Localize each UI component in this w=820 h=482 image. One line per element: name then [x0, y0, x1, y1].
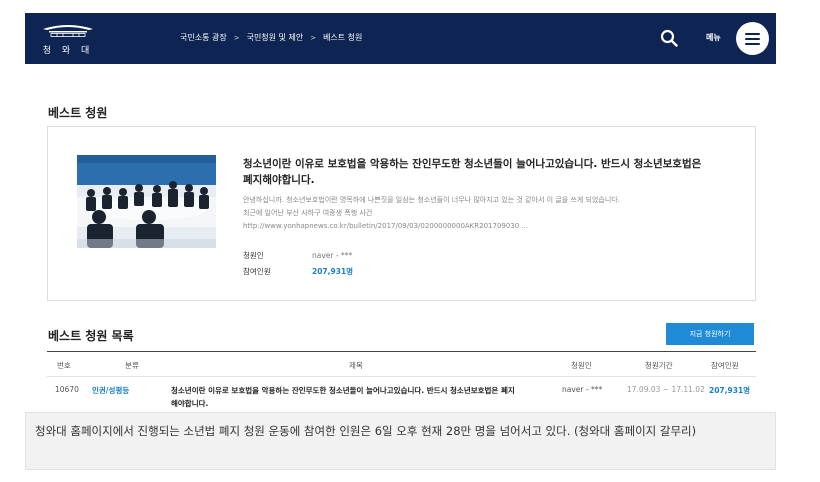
logo-text: 청 와 대	[42, 46, 94, 56]
photo-caption: 청와대 홈페이지에서 진행되는 소년법 폐지 청원 운동에 참여한 인원은 6일…	[25, 412, 776, 470]
row-category[interactable]: 인권/성평등	[92, 385, 129, 396]
row-participants: 207,931명	[709, 386, 751, 395]
row-number: 10670	[55, 385, 79, 394]
column-header-title: 제목	[349, 361, 363, 370]
excerpt-line: http://www.yonhapnews.co.kr/bulletin/201…	[243, 222, 529, 230]
breadcrumb-separator: >	[310, 33, 317, 42]
top-navigation-bar: 청 와 대 국민소통 광장 > 국민청원 및 제안 > 베스트 청원 메뉴	[25, 13, 776, 64]
petition-thumbnail-image[interactable]	[77, 155, 216, 248]
excerpt-line: 안녕하십니까. 청소년보호법이란 명목하에 나쁜짓을 일삼는 청소년들이 너무나…	[243, 196, 620, 204]
best-petition-excerpt: 안녕하십니까. 청소년보호법이란 명목하에 나쁜짓을 일삼는 청소년들이 너무나…	[243, 194, 723, 233]
page-frame: 청 와 대 국민소통 광장 > 국민청원 및 제안 > 베스트 청원 메뉴 베스…	[25, 13, 776, 468]
menu-label[interactable]: 메뉴	[706, 32, 721, 43]
best-petition-heading: 베스트 청원	[48, 106, 108, 120]
table-header: 번호 분류 제목 청원인 청원기간 참여인원	[47, 352, 756, 376]
menu-button[interactable]	[736, 22, 769, 55]
petitioner-value: naver - ***	[312, 251, 353, 260]
row-petitioner: naver - ***	[562, 385, 603, 394]
cheongwadae-logo[interactable]: 청 와 대	[37, 21, 99, 57]
start-petition-button[interactable]: 지금 청원하기	[666, 323, 754, 345]
hamburger-icon	[745, 43, 760, 45]
row-title[interactable]: 청소년이란 이유로 보호법을 악용하는 잔인무도한 청소년들이 늘어나고있습니다…	[171, 384, 521, 410]
search-icon[interactable]	[660, 29, 678, 47]
petitioner-row: 청원인 naver - ***	[243, 248, 353, 264]
hamburger-icon	[745, 38, 760, 40]
petitioner-label: 청원인	[243, 251, 264, 260]
excerpt-line: 최근에 일어난 부산 사하구 여중생 폭행 사건	[243, 209, 373, 217]
participants-value: 207,931명	[312, 267, 354, 276]
table-row[interactable]: 10670 인권/성평등 청소년이란 이유로 보호법을 악용하는 잔인무도한 청…	[47, 377, 756, 417]
participants-label: 참여인원	[243, 267, 271, 276]
best-petition-title[interactable]: 청소년이란 이유로 보호법을 악용하는 잔인무도한 청소년들이 늘어나고있습니다…	[243, 156, 713, 188]
breadcrumb-separator: >	[233, 33, 240, 42]
breadcrumb-item-best[interactable]: 베스트 청원	[323, 32, 362, 43]
column-header-number: 번호	[57, 361, 71, 370]
hamburger-icon	[745, 33, 760, 35]
column-header-participants: 참여인원	[711, 361, 739, 370]
best-petition-list-heading: 베스트 청원 목록	[48, 329, 134, 343]
column-header-petitioner: 청원인	[571, 361, 592, 370]
column-header-period: 청원기간	[645, 361, 673, 370]
breadcrumb-item-petitions[interactable]: 국민청원 및 제안	[247, 32, 304, 43]
row-period: 17.09.03 ~ 17.11.02	[627, 385, 705, 394]
best-petition-meta: 청원인 naver - *** 참여인원 207,931명	[243, 248, 353, 280]
meeting-photo	[77, 155, 216, 248]
breadcrumb-item-plaza[interactable]: 국민소통 광장	[180, 32, 227, 43]
participants-row: 참여인원 207,931명	[243, 264, 353, 280]
best-petition-card[interactable]: 청소년이란 이유로 보호법을 악용하는 잔인무도한 청소년들이 늘어나고있습니다…	[47, 126, 756, 301]
column-header-category: 분류	[125, 361, 139, 370]
blue-house-roof-icon	[43, 25, 93, 37]
breadcrumb: 국민소통 광장 > 국민청원 및 제안 > 베스트 청원	[180, 32, 362, 43]
